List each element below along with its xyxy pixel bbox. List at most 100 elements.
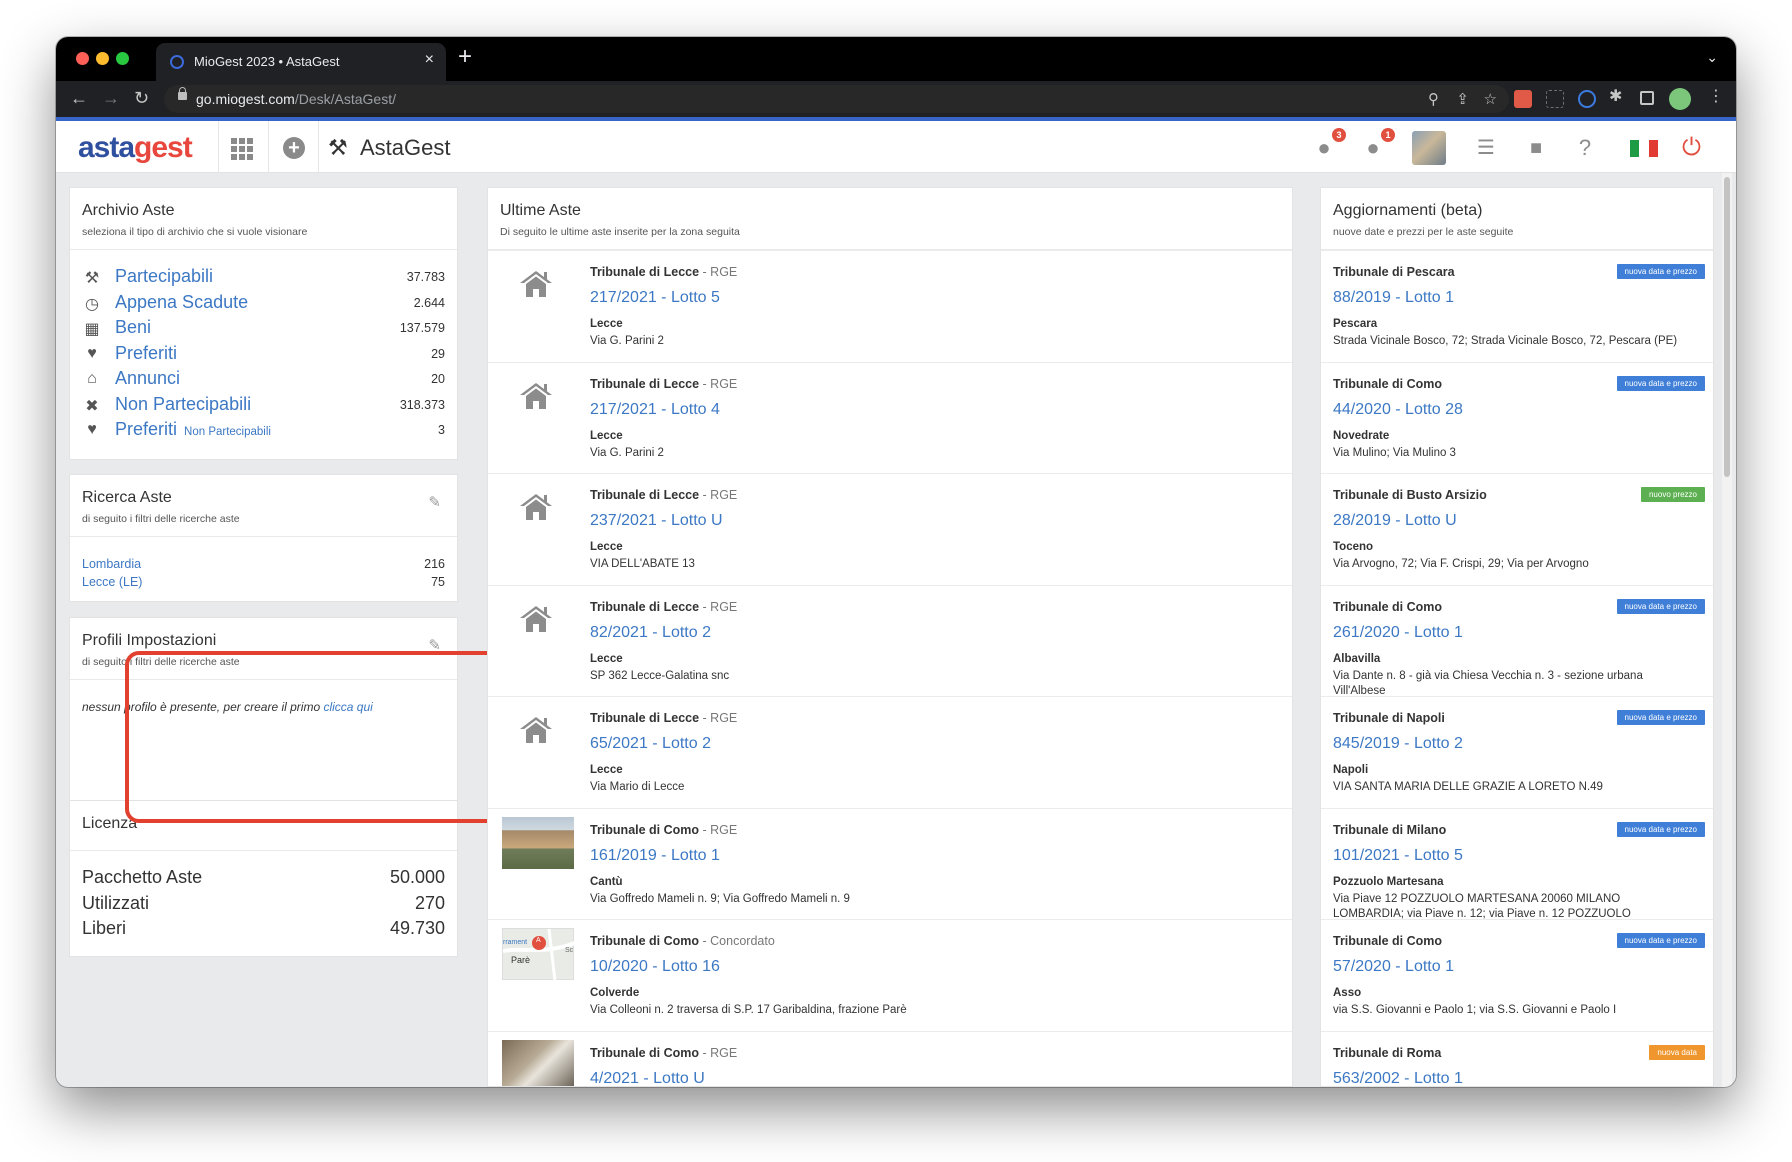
help-icon[interactable]: ? <box>1571 134 1599 162</box>
lot-link[interactable]: 82/2021 - Lotto 2 <box>590 624 711 642</box>
address-bar[interactable]: go.miogest.com/Desk/AstaGest/ ⚲ ⇪ ☆ <box>164 85 1509 113</box>
forward-icon[interactable]: → <box>102 87 120 109</box>
address-text: Strada Vicinale Bosco, 72; Strada Vicina… <box>1333 335 1678 347</box>
gavel-icon: ⚒ <box>84 270 100 287</box>
browser-tab[interactable]: MioGest 2023 • AstaGest × <box>156 43 446 81</box>
page-scrollbar[interactable] <box>1722 173 1732 1087</box>
avatar[interactable] <box>1412 131 1446 165</box>
back-icon[interactable]: ← <box>70 87 88 109</box>
procedure-type: - RGE <box>699 1045 738 1060</box>
menu-icon[interactable]: ⋮ <box>1708 88 1726 106</box>
auction-list-item[interactable]: Tribunale di Lecce - RGE 237/2021 - Lotto… <box>488 473 1292 585</box>
zoom-window-icon[interactable] <box>116 52 129 65</box>
lot-link[interactable]: 4/2021 - Lotto U <box>590 1070 705 1087</box>
auction-list-item[interactable]: Tribunale di Lecce - RGE 217/2021 - Lotto… <box>488 361 1292 474</box>
url-text[interactable]: go.miogest.com/Desk/AstaGest/ <box>196 91 396 107</box>
auction-list-item[interactable]: Tribunale di Lecce - RGE 82/2021 - Lotto … <box>488 584 1292 697</box>
logo[interactable]: astagest <box>78 131 193 165</box>
archive-item-label[interactable]: Non Partecipabili <box>115 394 251 415</box>
address-text: Via Colleoni n. 2 traversa di S.P. 17 Ga… <box>590 1004 907 1016</box>
extensions-icon[interactable]: ✱ <box>1609 88 1627 106</box>
update-list-item[interactable]: Tribunale di Como nuova data e prezzo 261/… <box>1321 584 1713 697</box>
share-icon[interactable]: ⇪ <box>1456 90 1469 108</box>
tab-close-icon[interactable]: × <box>425 51 434 69</box>
new-tab-button[interactable]: + <box>458 45 472 69</box>
lot-link[interactable]: 161/2019 - Lotto 1 <box>590 847 720 865</box>
auction-list-item[interactable]: Arrament Sc Parè Tribunale di Como - Concor… <box>488 919 1292 1031</box>
lot-link[interactable]: 88/2019 - Lotto 1 <box>1333 289 1454 307</box>
lot-link[interactable]: 563/2002 - Lotto 1 <box>1333 1070 1463 1087</box>
tab-search-icon[interactable]: ⌄ <box>1706 49 1718 66</box>
lot-link[interactable]: 237/2021 - Lotto U <box>590 512 723 530</box>
procedure-type: - RGE <box>699 599 738 614</box>
lot-link[interactable]: 101/2021 - Lotto 5 <box>1333 847 1463 865</box>
lot-link[interactable]: 261/2020 - Lotto 1 <box>1333 624 1463 642</box>
update-list-item[interactable]: Tribunale di Pescara nuova data e prezzo 8… <box>1321 250 1713 362</box>
lot-link[interactable]: 217/2021 - Lotto 5 <box>590 289 720 307</box>
archive-item[interactable]: ⌂ Annunci 20 <box>82 368 445 392</box>
search-filter-item[interactable]: Lombardia 216 <box>82 557 445 571</box>
minimize-window-icon[interactable] <box>96 52 109 65</box>
auction-list-item[interactable]: Tribunale di Como - RGE 161/2019 - Lotto … <box>488 807 1292 920</box>
archive-item-label[interactable]: Annunci <box>115 368 180 389</box>
property-photo[interactable] <box>502 1039 574 1086</box>
extension-calendar-icon[interactable] <box>1514 90 1532 108</box>
update-list-item[interactable]: Tribunale di Napoli nuova data e prezzo 84… <box>1321 696 1713 808</box>
lot-link[interactable]: 28/2019 - Lotto U <box>1333 512 1457 530</box>
power-icon[interactable]: ⏻ <box>1682 134 1701 162</box>
settings-sliders-icon[interactable]: ☰ <box>1472 134 1500 162</box>
auction-list-item[interactable]: Tribunale di Lecce - RGE 65/2021 - Lotto … <box>488 696 1292 808</box>
update-list-item[interactable]: Tribunale di Roma nuova data 563/2002 - Lo… <box>1321 1030 1713 1087</box>
archive-item-label[interactable]: Beni <box>115 317 151 338</box>
archive-item-label[interactable]: Preferiti Non Partecipabili <box>115 419 271 440</box>
archive-item[interactable]: ◷ Appena Scadute 2.644 <box>82 292 445 316</box>
zoom-icon[interactable]: ⚲ <box>1428 90 1439 108</box>
chat-icon[interactable]: ● 1 <box>1359 128 1395 162</box>
archive-item[interactable]: ♥ Preferiti Non Partecipabili 3 <box>82 419 445 443</box>
property-photo[interactable] <box>502 816 574 869</box>
archive-item-label[interactable]: Partecipabili <box>115 266 213 287</box>
lock-icon[interactable] <box>178 87 187 100</box>
lot-link[interactable]: 57/2020 - Lotto 1 <box>1333 958 1454 976</box>
archive-item[interactable]: ♥ Preferiti 29 <box>82 343 445 367</box>
edit-pencil-icon[interactable]: ✎ <box>428 493 441 511</box>
sidepanel-icon[interactable] <box>1640 91 1654 105</box>
profile-icon[interactable] <box>1669 88 1691 110</box>
court-name: Tribunale di Lecce - RGE <box>590 488 738 502</box>
court-name: Tribunale di Lecce - RGE <box>590 376 738 391</box>
auction-list-item[interactable]: Tribunale di Lecce - RGE 217/2021 - Lotto… <box>488 250 1292 362</box>
update-list-item[interactable]: Tribunale di Milano nuova data e prezzo 10… <box>1321 807 1713 920</box>
lot-link[interactable]: 65/2021 - Lotto 2 <box>590 735 711 753</box>
archive-item-label[interactable]: Preferiti <box>115 343 177 364</box>
update-list-item[interactable]: Tribunale di Como nuova data e prezzo 44/2… <box>1321 361 1713 474</box>
lot-link[interactable]: 10/2020 - Lotto 16 <box>590 958 720 976</box>
extension-screenshot-icon[interactable] <box>1546 90 1564 108</box>
lot-link[interactable]: 44/2020 - Lotto 28 <box>1333 401 1463 419</box>
close-window-icon[interactable] <box>76 52 89 65</box>
lock-icon[interactable]: ■ <box>1522 134 1550 162</box>
search-filter-item[interactable]: Lecce (LE) 75 <box>82 575 445 589</box>
reload-icon[interactable]: ↻ <box>134 87 149 109</box>
property-map[interactable]: Arrament Sc Parè <box>502 928 576 982</box>
search-filter-label[interactable]: Lombardia <box>82 557 141 571</box>
extension-mail-icon[interactable] <box>1578 90 1596 108</box>
star-icon[interactable]: ☆ <box>1484 90 1497 108</box>
map-place-label: Parè <box>511 955 531 965</box>
apps-grid-icon[interactable] <box>231 138 253 160</box>
panel-header: Aggiornamenti (beta) nuove date e prezzi… <box>1321 188 1713 250</box>
archive-item[interactable]: ▦ Beni 137.579 <box>82 317 445 341</box>
update-list-item[interactable]: Tribunale di Como nuova data e prezzo 57/2… <box>1321 919 1713 1031</box>
add-icon[interactable]: + <box>283 137 305 159</box>
update-list-item[interactable]: Tribunale di Busto Arsizio nuovo prezzo 28… <box>1321 473 1713 585</box>
scrollbar-thumb[interactable] <box>1724 177 1730 477</box>
archive-item[interactable]: ✖ Non Partecipabili 318.373 <box>82 394 445 418</box>
search-filter-label[interactable]: Lecce (LE) <box>82 575 142 589</box>
archive-item[interactable]: ⚒ Partecipabili 37.783 <box>82 266 445 290</box>
italy-flag-icon[interactable] <box>1630 140 1658 157</box>
lot-link[interactable]: 217/2021 - Lotto 4 <box>590 401 720 419</box>
alert-icon[interactable]: ● 3 <box>1310 128 1346 162</box>
auction-list-item[interactable]: Tribunale di Como - RGE 4/2021 - Lotto U <box>488 1030 1292 1087</box>
lot-link[interactable]: 845/2019 - Lotto 2 <box>1333 735 1463 753</box>
city-name: Lecce <box>590 318 623 330</box>
archive-item-label[interactable]: Appena Scadute <box>115 292 248 313</box>
